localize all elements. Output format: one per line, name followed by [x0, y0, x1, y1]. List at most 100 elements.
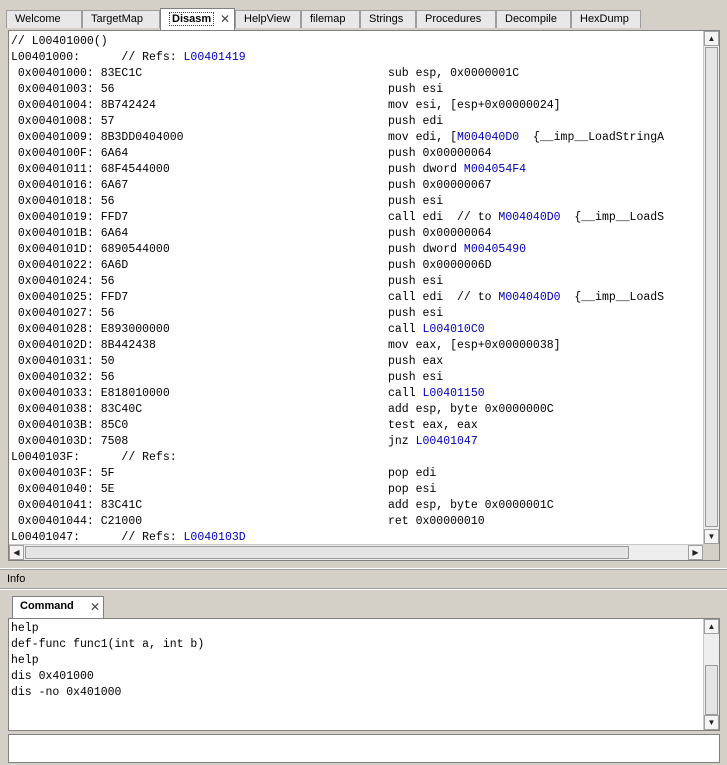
disasm-line[interactable]: 0x00401028: E893000000 call L004010C0	[11, 322, 701, 338]
tab-welcome[interactable]: Welcome	[6, 10, 82, 28]
ref-link[interactable]: M004040D0	[498, 211, 560, 224]
disasm-line[interactable]: 0x00401019: FFD7 call edi // to M004040D0…	[11, 210, 701, 226]
instruction-text: push esi	[388, 83, 444, 96]
tab-targetmap[interactable]: TargetMap	[82, 10, 160, 28]
address-text: L0040103F: // Refs:	[11, 451, 177, 464]
disasm-instruction: push 0x00000067	[388, 178, 492, 194]
horizontal-scrollbar[interactable]: ◀ ▶	[9, 544, 703, 560]
disasm-line[interactable]: 0x00401033: E818010000 call L00401150	[11, 386, 701, 402]
disasm-line[interactable]: 0x00401025: FFD7 call edi // to M004040D0…	[11, 290, 701, 306]
history-scroll-thumb[interactable]	[705, 665, 718, 715]
disasm-line[interactable]: 0x00401024: 56 push esi	[11, 274, 701, 290]
disasm-address: 0x00401000: 83EC1C	[11, 66, 142, 82]
disasm-line[interactable]: 0x00401022: 6A6D push 0x0000006D	[11, 258, 701, 274]
disasm-address: 0x00401008: 57	[11, 114, 115, 130]
disasm-line[interactable]: 0x0040102D: 8B442438 mov eax, [esp+0x0000…	[11, 338, 701, 354]
disasm-line[interactable]: 0x0040103D: 7508 jnz L00401047	[11, 434, 701, 450]
instruction-text: call	[388, 323, 423, 336]
scroll-down-button[interactable]: ▼	[704, 529, 719, 544]
disasm-line[interactable]: 0x00401027: 56 push esi	[11, 306, 701, 322]
ref-link[interactable]: M004054F4	[464, 163, 526, 176]
disasm-instruction: push esi	[388, 82, 443, 98]
disasm-line[interactable]: 0x0040101D: 6890544000 push dword M004054…	[11, 242, 701, 258]
disasm-line[interactable]: 0x00401038: 83C40C add esp, byte 0x000000…	[11, 402, 701, 418]
command-input[interactable]	[8, 734, 720, 763]
disasm-line[interactable]: 0x00401040: 5E pop esi	[11, 482, 701, 498]
tab-hexdump[interactable]: HexDump	[571, 10, 641, 28]
disasm-line[interactable]: L0040103F: // Refs:	[11, 450, 701, 466]
ref-link[interactable]: L0040103D	[184, 531, 246, 544]
ref-link[interactable]: M004040D0	[457, 131, 519, 144]
vertical-scrollbar[interactable]: ▲ ▼	[703, 31, 719, 544]
tab-strings[interactable]: Strings	[360, 10, 416, 28]
disasm-address: 0x00401031: 50	[11, 354, 115, 370]
disasm-line[interactable]: 0x00401018: 56 push esi	[11, 194, 701, 210]
disasm-instruction: ret 0x00000010	[388, 514, 485, 530]
instruction-text: push esi	[388, 371, 444, 384]
disasm-line[interactable]: 0x00401016: 6A67 push 0x00000067	[11, 178, 701, 194]
disasm-line[interactable]: 0x00401008: 57 push edi	[11, 114, 701, 130]
history-scroll-up-button[interactable]: ▲	[704, 619, 719, 634]
disasm-line[interactable]: 0x0040100F: 6A64 push 0x00000064	[11, 146, 701, 162]
disasm-line[interactable]: 0x0040101B: 6A64 push 0x00000064	[11, 226, 701, 242]
tab-helpview[interactable]: HelpView	[235, 10, 301, 28]
splitter-bottom	[0, 588, 727, 590]
address-text: 0x0040102D: 8B442438	[11, 339, 156, 352]
scroll-thumb[interactable]	[705, 47, 718, 527]
disasm-instruction: push 0x00000064	[388, 226, 492, 242]
disasm-address: L0040103F: // Refs:	[11, 450, 177, 466]
disasm-line[interactable]: 0x00401003: 56 push esi	[11, 82, 701, 98]
tab-label: Procedures	[425, 13, 482, 25]
disasm-line[interactable]: 0x0040103F: 5F pop edi	[11, 466, 701, 482]
history-scroll-down-button[interactable]: ▼	[704, 715, 719, 730]
disasm-address: 0x0040100F: 6A64	[11, 146, 128, 162]
splitter-top[interactable]	[0, 568, 727, 570]
disasm-address: 0x00401003: 56	[11, 82, 115, 98]
disasm-address: 0x0040102D: 8B442438	[11, 338, 156, 354]
ref-link[interactable]: L00401419	[184, 51, 246, 64]
disasm-line[interactable]: 0x00401044: C21000 ret 0x00000010	[11, 514, 701, 530]
ref-link[interactable]: M00405490	[464, 243, 526, 256]
address-text: 0x00401008: 57	[11, 115, 115, 128]
instruction-text: push 0x00000067	[388, 179, 492, 192]
instruction-comment: {__imp__LoadS	[560, 211, 665, 224]
instruction-text: call edi // to	[388, 211, 499, 224]
tab-disasm[interactable]: Disasm ✕	[160, 8, 235, 30]
disasm-line[interactable]: 0x00401004: 8B742424 mov esi, [esp+0x0000…	[11, 98, 701, 114]
disasm-line[interactable]: 0x00401032: 56 push esi	[11, 370, 701, 386]
disasm-line[interactable]: 0x00401011: 68F4544000 push dword M004054…	[11, 162, 701, 178]
instruction-text: call edi // to	[388, 291, 499, 304]
disasm-line[interactable]: 0x00401009: 8B3DD0404000 mov edi, [M00404…	[11, 130, 701, 146]
disasm-line[interactable]: 0x0040103B: 85C0 test eax, eax	[11, 418, 701, 434]
address-text: 0x00401011: 68F4544000	[11, 163, 170, 176]
tab-filemap[interactable]: filemap	[301, 10, 360, 28]
address-text: 0x00401041: 83C41C	[11, 499, 143, 512]
ref-link[interactable]: L00401150	[423, 387, 485, 400]
disasm-instruction: push 0x0000006D	[388, 258, 492, 274]
scroll-right-button[interactable]: ▶	[688, 545, 703, 560]
hscroll-thumb[interactable]	[25, 546, 629, 559]
tab-decompile[interactable]: Decompile	[496, 10, 571, 28]
address-text: 0x00401025: FFD7	[11, 291, 129, 304]
scroll-up-button[interactable]: ▲	[704, 31, 719, 46]
disasm-line[interactable]: 0x00401000: 83EC1C sub esp, 0x0000001C	[11, 66, 701, 82]
disasm-address: 0x00401027: 56	[11, 306, 115, 322]
disasm-instruction: push eax	[388, 354, 443, 370]
disasm-line[interactable]: 0x00401041: 83C41C add esp, byte 0x000000…	[11, 498, 701, 514]
instruction-text: push esi	[388, 307, 444, 320]
ref-link[interactable]: L004010C0	[423, 323, 485, 336]
tab-procedures[interactable]: Procedures	[416, 10, 496, 28]
disasm-line[interactable]: 0x00401031: 50 push eax	[11, 354, 701, 370]
scroll-left-button[interactable]: ◀	[9, 545, 24, 560]
history-scrollbar[interactable]: ▲ ▼	[703, 619, 719, 730]
disasm-line[interactable]: L00401000: // Refs: L00401419	[11, 50, 701, 66]
ref-link[interactable]: L00401047	[416, 435, 478, 448]
disasm-line[interactable]: // L00401000()	[11, 34, 701, 50]
instruction-text: push edi	[388, 115, 444, 128]
tab-command[interactable]: Command ✕	[12, 596, 104, 618]
ref-link[interactable]: M004040D0	[498, 291, 560, 304]
address-text: 0x00401028: E893000000	[11, 323, 170, 336]
address-text: 0x00401032: 56	[11, 371, 115, 384]
close-icon[interactable]: ✕	[220, 12, 230, 26]
close-icon[interactable]: ✕	[90, 600, 100, 614]
